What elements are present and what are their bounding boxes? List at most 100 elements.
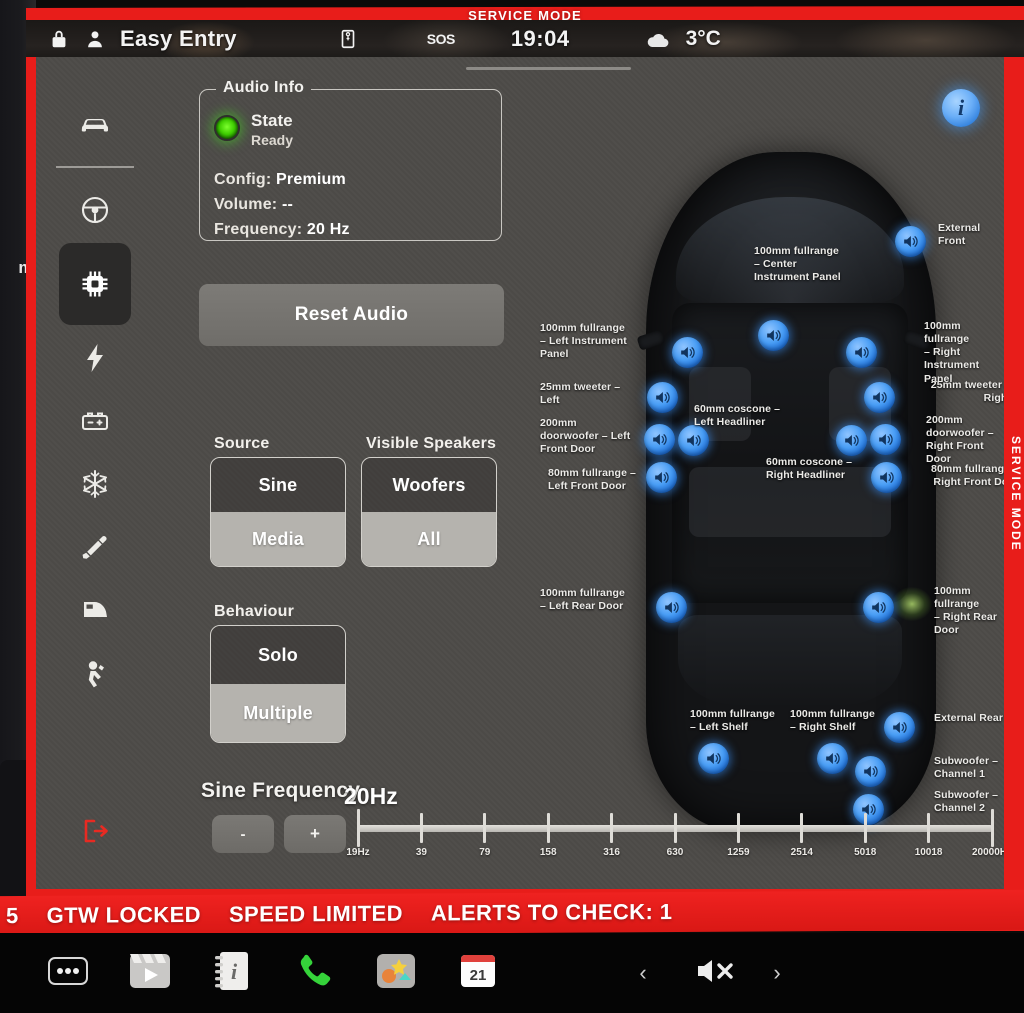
- frequency-tick-label: 158: [539, 847, 557, 858]
- info-icon[interactable]: i: [942, 89, 980, 127]
- service-app-panel: Audio Info State Ready Config: Premium V…: [36, 57, 1004, 889]
- speaker-right-headliner[interactable]: [836, 425, 867, 456]
- sine-frequency-section: Sine Frequency 20Hz - + 19Hz 39 79 158 316 63…: [36, 773, 1004, 883]
- sidebar-item-suspension[interactable]: [59, 517, 131, 577]
- left-sidebar: [36, 57, 154, 889]
- label-external-front: External Front: [938, 222, 981, 248]
- frequency-decrease-button[interactable]: -: [212, 815, 274, 853]
- frequency-tick-label: 2514: [790, 847, 813, 858]
- sidebar-item-thermal[interactable]: [59, 454, 131, 514]
- frequency-tick: [863, 813, 867, 843]
- speaker-left-doorwoofer[interactable]: [644, 424, 675, 455]
- state-row: State Ready: [214, 112, 293, 148]
- frequency-tick: [800, 813, 804, 843]
- config-key: Config:: [214, 171, 272, 188]
- sine-frequency-label: Sine Frequency: [201, 779, 361, 802]
- sidebar-item-vehicle[interactable]: [59, 93, 131, 153]
- dock-vehicle-info-button[interactable]: i: [206, 947, 258, 999]
- speaker-right-doorwoofer[interactable]: [870, 424, 901, 455]
- car-icon: [78, 106, 112, 140]
- frequency-tick-label: 1259: [727, 847, 750, 858]
- sidebar-item-electronics[interactable]: [59, 243, 131, 325]
- label-external-rear: External Rear: [934, 712, 1004, 724]
- dock-phone-button[interactable]: [288, 947, 340, 999]
- visible-speakers-segmented-control[interactable]: Woofers All: [361, 457, 497, 567]
- behaviour-segmented-control[interactable]: Solo Multiple: [210, 625, 346, 743]
- plus-icon: +: [310, 824, 320, 843]
- label-left-shelf: 100mm fullrange – Left Shelf: [690, 708, 775, 734]
- sine-frequency-value: 20Hz: [344, 783, 398, 809]
- speaker-right-instrument-panel[interactable]: [846, 337, 877, 368]
- audio-info-panel: Audio Info State Ready Config: Premium V…: [199, 79, 502, 241]
- source-option-sine[interactable]: Sine: [211, 458, 345, 512]
- label-left-headliner: 60mm coscone – Left Headliner: [694, 403, 781, 429]
- video-player-icon: [128, 951, 172, 996]
- visible-option-all[interactable]: All: [362, 512, 496, 566]
- speaker-right-front-door[interactable]: [871, 462, 902, 493]
- behaviour-option-solo[interactable]: Solo: [211, 626, 345, 684]
- snowflake-icon: [78, 467, 112, 501]
- frequency-tick-label: 19Hz: [346, 847, 370, 858]
- speaker-left-front-door[interactable]: [646, 462, 677, 493]
- speaker-external-rear[interactable]: [884, 712, 915, 743]
- profile-name[interactable]: Easy Entry: [120, 26, 237, 52]
- chevron-left-icon: ‹: [639, 960, 647, 985]
- label-right-doorwoofer: 200mm doorwoofer – Right Front Door: [926, 414, 994, 466]
- label-right-front-door: 80mm fullrange – Right Front Door: [931, 463, 1004, 489]
- sidebar-item-restraints[interactable]: [59, 643, 131, 703]
- speaker-left-rear-door[interactable]: [656, 592, 687, 623]
- frequency-tick-label: 10018: [914, 847, 943, 858]
- dock-apps-button[interactable]: [42, 947, 94, 999]
- volume-muted-icon: [692, 955, 744, 992]
- behaviour-option-multiple[interactable]: Multiple: [211, 684, 345, 742]
- dock-calendar-button[interactable]: 21: [452, 947, 504, 999]
- frequency-slider-track[interactable]: 19Hz 39 79 158 316 630 1259 2514 5018 10018 20000H…: [346, 809, 1004, 875]
- speaker-right-shelf[interactable]: [817, 743, 848, 774]
- sidebar-item-closures[interactable]: [59, 580, 131, 640]
- car-speaker-diagram: i External Front 100mm fullrange – Cente…: [526, 67, 1004, 857]
- source-option-media[interactable]: Media: [211, 512, 345, 566]
- frequency-value: 20 Hz: [306, 221, 350, 238]
- speaker-right-rear-door[interactable]: [863, 592, 894, 623]
- config-row: Config: Premium: [214, 171, 346, 189]
- visible-option-woofers[interactable]: Woofers: [362, 458, 496, 512]
- label-left-rear-door: 100mm fullrange – Left Rear Door: [540, 587, 625, 613]
- label-left-tweeter: 25mm tweeter – Left: [540, 381, 621, 407]
- speaker-right-tweeter[interactable]: [864, 382, 895, 413]
- frequency-increase-button[interactable]: +: [284, 815, 346, 853]
- speaker-left-headliner[interactable]: [678, 425, 709, 456]
- keycard-icon[interactable]: [337, 28, 359, 50]
- frequency-tick-label: 39: [415, 847, 427, 858]
- volume-row: Volume: --: [214, 196, 293, 214]
- speaker-left-tweeter[interactable]: [647, 382, 678, 413]
- person-icon[interactable]: [84, 28, 106, 50]
- label-right-tweeter: 25mm tweeter – Right: [930, 379, 1004, 405]
- source-segmented-control[interactable]: Sine Media: [210, 457, 346, 567]
- sidebar-item-high-voltage[interactable]: [59, 328, 131, 388]
- frequency-tick: [673, 813, 677, 843]
- car-rear-glass: [678, 615, 902, 705]
- dock-media-button[interactable]: [124, 947, 176, 999]
- speaker-center-instrument-panel[interactable]: [758, 320, 789, 351]
- phone-icon: [294, 951, 334, 996]
- dock-gallery-button[interactable]: [370, 947, 422, 999]
- notebook-info-icon: i: [213, 950, 251, 997]
- speaker-external-front[interactable]: [895, 226, 926, 257]
- volume-key: Volume:: [214, 196, 278, 213]
- temperature: 3°C: [685, 26, 721, 50]
- speaker-left-instrument-panel[interactable]: [672, 337, 703, 368]
- frequency-tick: [419, 813, 423, 843]
- shock-absorber-icon: [78, 530, 112, 564]
- reset-audio-button[interactable]: Reset Audio: [199, 284, 504, 346]
- frequency-tick-label: 316: [603, 847, 620, 858]
- dock-next-button[interactable]: ›: [760, 947, 794, 999]
- sidebar-item-chassis[interactable]: [59, 180, 131, 240]
- dock-volume-button[interactable]: [688, 947, 748, 999]
- lock-icon[interactable]: [48, 28, 70, 50]
- sos-label[interactable]: SOS: [427, 31, 456, 47]
- speaker-left-shelf[interactable]: [698, 743, 729, 774]
- dock-previous-button[interactable]: ‹: [626, 947, 660, 999]
- sidebar-item-battery[interactable]: [59, 391, 131, 451]
- label-center-instrument-panel: 100mm fullrange – Center Instrument Pane…: [754, 245, 841, 284]
- svg-text:i: i: [231, 959, 238, 984]
